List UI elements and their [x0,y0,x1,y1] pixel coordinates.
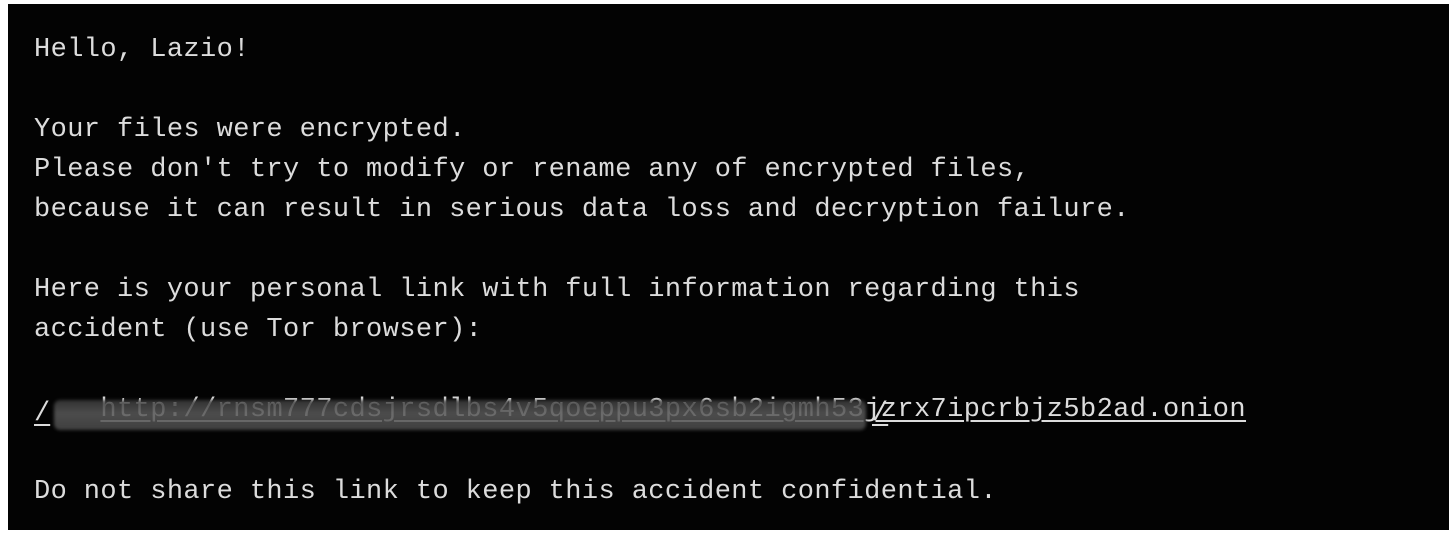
link-intro-line-1: Here is your personal link with full inf… [34,275,1080,305]
warning-line-1: Please don't try to modify or rename any… [34,155,1031,185]
greeting-text: Hello, Lazio! [34,35,250,65]
redacted-link-path [54,400,866,430]
encrypted-notice: Your files were encrypted. [34,115,466,145]
link-intro-line-2: accident (use Tor browser): [34,315,483,345]
ransom-note-window: Hello, Lazio! Your files were encrypted.… [8,4,1449,530]
link-path-start[interactable]: / [34,394,50,434]
link-path-end[interactable]: / [872,394,888,434]
closing-text: Do not share this link to keep this acci… [34,477,997,507]
warning-line-2: because it can result in serious data lo… [34,195,1130,225]
link-path-row: / / [34,394,904,434]
